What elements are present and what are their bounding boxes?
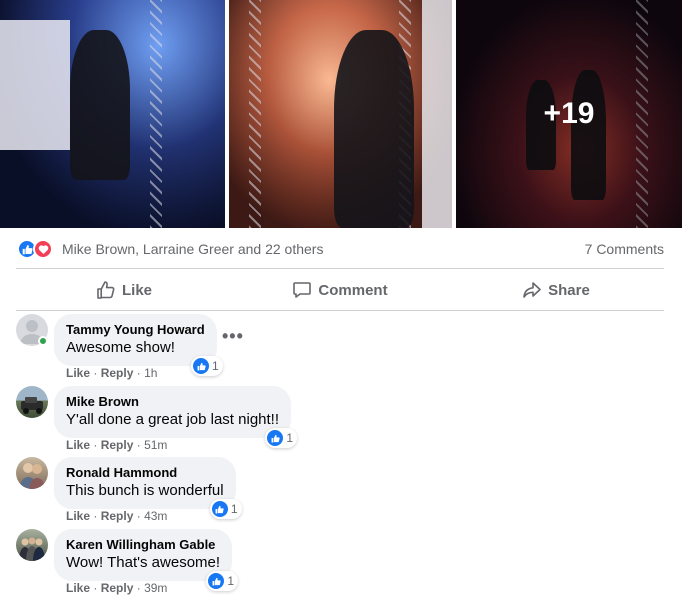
photo-drummer[interactable] bbox=[229, 0, 452, 228]
comment-bubble: Tammy Young Howard Awesome show! 1 bbox=[54, 314, 223, 376]
like-button-label: Like bbox=[121, 281, 152, 299]
reaction-count: 1 bbox=[227, 574, 235, 588]
like-reaction-icon bbox=[193, 358, 209, 374]
comment-like-link[interactable]: Like bbox=[66, 581, 90, 595]
comment-meta: Like · Reply · 1h bbox=[66, 366, 157, 380]
separator: · bbox=[93, 366, 98, 380]
more-photos-overlay[interactable]: +19 bbox=[456, 0, 682, 228]
separator: · bbox=[136, 366, 141, 380]
share-button-label: Share bbox=[548, 281, 590, 299]
comment-author[interactable]: Ronald Hammond bbox=[66, 465, 224, 481]
photo-grid: +19 bbox=[0, 0, 682, 228]
divider bbox=[16, 268, 664, 269]
comment-like-link[interactable]: Like bbox=[66, 509, 90, 523]
separator: · bbox=[93, 581, 98, 595]
like-reaction-icon bbox=[267, 430, 284, 446]
avatar[interactable] bbox=[16, 529, 48, 561]
comment-timestamp[interactable]: 1h bbox=[144, 366, 157, 380]
comment-reactions[interactable]: 1 bbox=[191, 356, 223, 376]
reaction-icons[interactable] bbox=[17, 239, 57, 259]
banner-sign bbox=[422, 0, 452, 228]
separator: · bbox=[93, 509, 98, 523]
comment-text: Awesome show! bbox=[66, 339, 175, 356]
thumbs-up-icon bbox=[97, 281, 115, 299]
divider bbox=[16, 310, 664, 311]
reaction-count: 1 bbox=[212, 359, 219, 373]
more-options-icon[interactable]: ••• bbox=[222, 326, 244, 347]
vehicle-avatar-icon bbox=[21, 397, 43, 414]
love-reaction-icon bbox=[33, 239, 53, 259]
avatar[interactable] bbox=[16, 386, 48, 418]
comment-timestamp[interactable]: 43m bbox=[144, 509, 167, 523]
comment-timestamp[interactable]: 51m bbox=[144, 438, 167, 452]
comment-text: This bunch is wonderful bbox=[66, 482, 224, 499]
comment-bubble: Ronald Hammond This bunch is wonderful 1 bbox=[54, 457, 242, 519]
comment-meta: Like · Reply · 39m bbox=[66, 581, 167, 595]
comment-button[interactable]: Comment bbox=[232, 272, 448, 308]
comment-reactions[interactable]: 1 bbox=[206, 571, 239, 591]
like-reaction-icon bbox=[208, 573, 225, 589]
comment-text: Y'all done a great job last night!! bbox=[66, 411, 280, 428]
comment-reply-link[interactable]: Reply bbox=[101, 581, 134, 595]
separator: · bbox=[93, 438, 98, 452]
comment-reply-link[interactable]: Reply bbox=[101, 366, 134, 380]
like-reaction-icon bbox=[211, 501, 228, 517]
comment-bubble: Mike Brown Y'all done a great job last n… bbox=[54, 386, 298, 448]
comment-reply-link[interactable]: Reply bbox=[101, 509, 134, 523]
performer-silhouette bbox=[334, 30, 414, 228]
comments-count[interactable]: 7 Comments bbox=[585, 241, 664, 257]
comment-author[interactable]: Karen Willingham Gable bbox=[66, 537, 220, 553]
stage-truss bbox=[249, 0, 261, 228]
like-button[interactable]: Like bbox=[16, 272, 232, 308]
comment-meta: Like · Reply · 51m bbox=[66, 438, 167, 452]
comment-like-link[interactable]: Like bbox=[66, 438, 90, 452]
reacted-by-names[interactable]: Mike Brown, Larraine Greer and 22 others bbox=[62, 241, 323, 257]
separator: · bbox=[136, 438, 141, 452]
comment-icon bbox=[293, 282, 312, 298]
performer-silhouette bbox=[70, 30, 130, 180]
separator: · bbox=[136, 509, 141, 523]
share-button[interactable]: Share bbox=[448, 272, 664, 308]
photo-band-more[interactable]: +19 bbox=[456, 0, 682, 228]
reactions-summary: Mike Brown, Larraine Greer and 22 others… bbox=[0, 232, 682, 264]
comment-timestamp[interactable]: 39m bbox=[144, 581, 167, 595]
comment-button-label: Comment bbox=[318, 281, 388, 299]
separator: · bbox=[136, 581, 141, 595]
comment-like-link[interactable]: Like bbox=[66, 366, 90, 380]
online-status-dot bbox=[38, 336, 48, 346]
comment-reactions[interactable]: 1 bbox=[209, 499, 242, 519]
comment-text: Wow! That's awesome! bbox=[66, 554, 221, 571]
group-avatar-icon bbox=[19, 537, 45, 561]
comment-reply-link[interactable]: Reply bbox=[101, 438, 134, 452]
more-photos-count: +19 bbox=[543, 97, 595, 130]
reaction-count: 1 bbox=[230, 502, 238, 516]
banner-sign bbox=[0, 20, 70, 150]
photo-keyboard-player[interactable] bbox=[0, 0, 225, 228]
share-arrow-icon bbox=[523, 282, 541, 298]
reaction-count: 1 bbox=[286, 431, 294, 445]
comment-bubble: Karen Willingham Gable Wow! That's aweso… bbox=[54, 529, 239, 591]
comment-author[interactable]: Tammy Young Howard bbox=[66, 322, 205, 338]
people-avatar-icon bbox=[19, 463, 45, 489]
post-actions: Like Comment Share bbox=[16, 272, 664, 308]
comment-author[interactable]: Mike Brown bbox=[66, 394, 279, 410]
avatar[interactable] bbox=[16, 457, 48, 489]
comment-meta: Like · Reply · 43m bbox=[66, 509, 167, 523]
stage-truss bbox=[150, 0, 162, 228]
comment-reactions[interactable]: 1 bbox=[265, 428, 298, 448]
